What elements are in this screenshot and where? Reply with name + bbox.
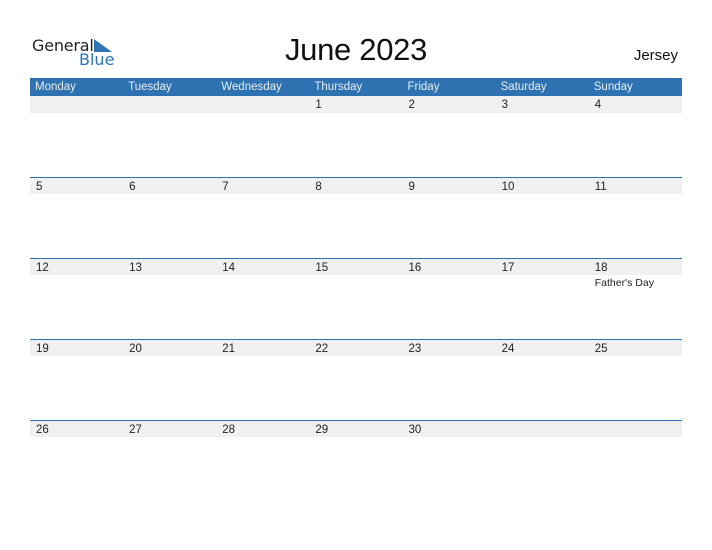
week-cells: 5 6 7 8 9 10 11 [30,177,682,258]
day-number: 16 [408,262,422,274]
day-cell: 28 [216,420,309,501]
week-row: 1 2 3 4 [30,96,682,177]
day-cell: 25 [589,339,682,420]
week-row: 26 27 28 29 30 [30,420,682,501]
week-cells: 12 13 14 15 16 17 18 Father's Day [30,258,682,339]
day-cell: 11 [589,177,682,258]
day-cell: 6 [123,177,216,258]
day-cell [216,96,309,177]
day-cell: 18 Father's Day [589,258,682,339]
day-cell: 15 [309,258,402,339]
weekday-wednesday: Wednesday [221,81,282,93]
day-number: 11 [594,181,607,193]
day-cell: 4 [589,96,682,177]
day-number: 29 [315,424,329,436]
day-number: 28 [222,424,236,436]
day-number: 9 [408,181,415,193]
day-cell: 17 [496,258,589,339]
weekday-friday: Friday [407,81,440,93]
day-cell: 2 [403,96,496,177]
day-cell: 22 [309,339,402,420]
day-cell: 13 [123,258,216,339]
day-number: 18 [594,262,608,274]
day-number: 17 [501,262,515,274]
day-number: 6 [129,181,136,193]
day-number: 23 [408,343,422,355]
week-cells: 26 27 28 29 30 [30,420,682,501]
weekday-saturday: Saturday [500,81,547,93]
day-cell: 26 [30,420,123,501]
day-number: 27 [129,424,142,436]
day-number: 10 [501,181,515,193]
day-number: 21 [222,343,236,355]
weekday-thursday: Thursday [314,81,363,93]
page-title: June 2023 [284,32,428,67]
day-cell: 10 [496,177,589,258]
day-cell: 29 [309,420,402,501]
day-cell: 16 [403,258,496,339]
day-cell: 21 [216,339,309,420]
day-cell: 23 [403,339,496,420]
day-cell: 9 [403,177,496,258]
day-cell: 14 [216,258,309,339]
weekday-header: Monday Tuesday Wednesday Thursday Friday… [30,78,682,96]
day-number: 20 [129,343,142,355]
day-number: 15 [315,262,329,274]
day-cell: 7 [216,177,309,258]
day-cell: 12 [30,258,123,339]
weekday-tuesday: Tuesday [128,81,172,93]
day-number: 4 [594,99,602,111]
day-number: 8 [315,181,322,193]
country-label: Jersey [633,47,678,64]
day-number: 14 [222,262,236,274]
day-number: 24 [501,343,515,355]
day-number: 2 [408,99,415,111]
day-number: 30 [408,424,422,436]
day-cell: 5 [30,177,123,258]
day-cell [589,420,682,501]
day-cell: 3 [496,96,589,177]
weekday-monday: Monday [35,81,76,93]
day-number: 19 [36,343,49,355]
day-number: 12 [36,262,49,274]
day-cell: 30 [403,420,496,501]
day-number: 13 [129,262,142,274]
week-row: 12 13 14 15 16 17 18 Father's Day [30,258,682,339]
day-number: 3 [501,99,509,111]
day-cell: 19 [30,339,123,420]
day-number: 25 [594,343,608,355]
day-cell: 8 [309,177,402,258]
weekday-sunday: Sunday [593,81,633,93]
holiday-label: Father's Day [594,277,654,289]
day-cell [30,96,123,177]
day-cell: 24 [496,339,589,420]
week-cells: 19 20 21 22 23 24 25 [30,339,682,420]
day-number: 22 [315,343,329,355]
week-row: 19 20 21 22 23 24 25 [30,339,682,420]
week-row: 5 6 7 8 9 10 11 [30,177,682,258]
day-number: 26 [36,424,49,436]
day-cell [496,420,589,501]
day-number: 5 [36,181,43,193]
week-cells: 1 2 3 4 [30,96,682,177]
day-number: 7 [222,181,229,193]
day-number: 1 [315,99,322,111]
day-cell: 1 [309,96,402,177]
day-cell [123,96,216,177]
day-cell: 20 [123,339,216,420]
day-cell: 27 [123,420,216,501]
